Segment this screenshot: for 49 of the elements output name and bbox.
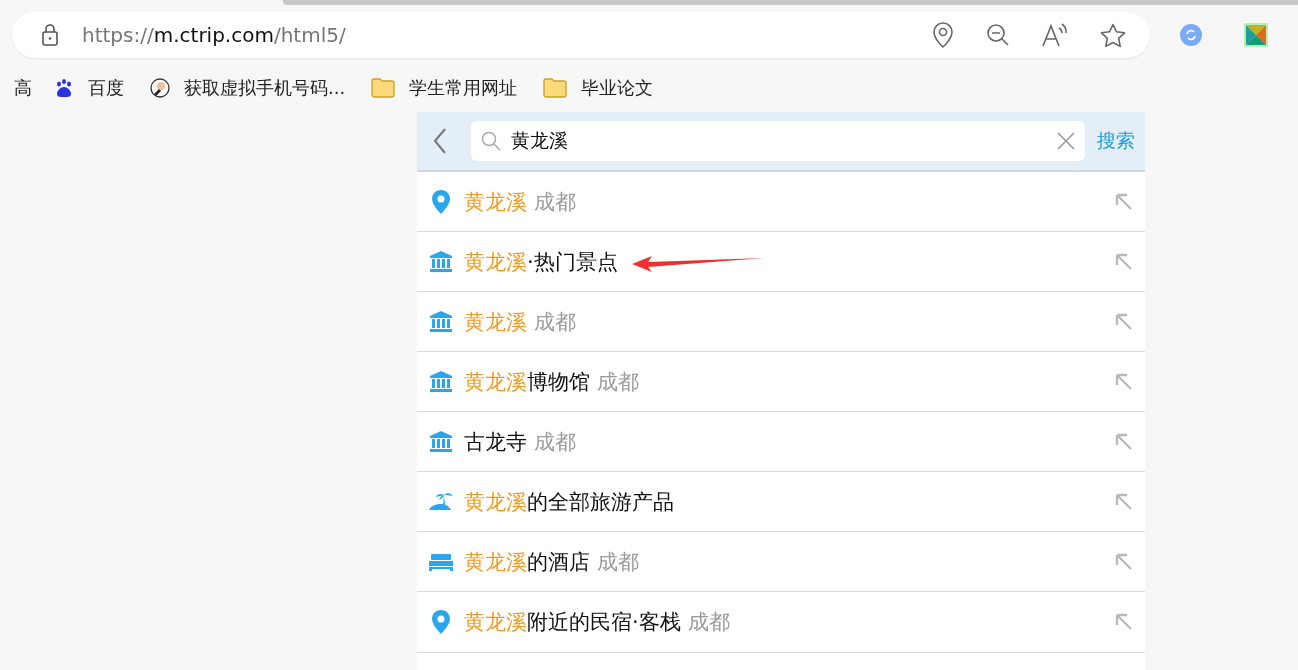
city-label: 成都	[597, 548, 639, 576]
bookmark-label[interactable]: 百度	[88, 76, 124, 100]
back-icon[interactable]	[433, 128, 447, 154]
location-pin-icon	[429, 189, 453, 214]
fill-in-arrow-icon[interactable]	[1115, 492, 1133, 511]
location-icon[interactable]	[932, 22, 954, 48]
search-icon	[481, 131, 501, 151]
clear-icon[interactable]	[1057, 132, 1075, 150]
paw-icon	[54, 78, 74, 98]
read-aloud-icon[interactable]	[1042, 23, 1068, 47]
fill-in-arrow-icon[interactable]	[1115, 613, 1133, 631]
city-label: 成都	[687, 609, 730, 636]
museum-icon	[429, 310, 453, 333]
suggestion-text[interactable]: 古龙寺	[464, 427, 527, 456]
suggestion-text[interactable]: 黄龙溪附近的民宿·客栈	[464, 608, 681, 636]
fill-in-arrow-icon[interactable]	[1115, 252, 1133, 271]
museum-icon	[429, 250, 453, 273]
avatar-icon	[150, 78, 170, 98]
suggestion-text[interactable]: 黄龙溪的全部旅游产品	[464, 487, 674, 516]
star-icon[interactable]	[1100, 22, 1126, 48]
city-label: 成都	[534, 428, 576, 456]
fill-in-arrow-icon[interactable]	[1115, 552, 1133, 571]
folder-icon	[371, 78, 396, 98]
fill-in-arrow-icon[interactable]	[1115, 372, 1133, 391]
museum-icon	[429, 370, 453, 393]
sync-extension-icon[interactable]	[1180, 24, 1202, 46]
suggestion-text[interactable]: 黄龙溪博物馆	[464, 367, 590, 396]
url-text[interactable]: https://m.ctrip.com/html5/	[82, 23, 346, 47]
city-label: 成都	[534, 188, 576, 216]
suggestion-text[interactable]: 黄龙溪的酒店	[464, 547, 590, 576]
search-field[interactable]: 黄龙溪	[471, 121, 1085, 161]
lock-icon[interactable]	[42, 24, 58, 46]
city-label: 成都	[597, 368, 639, 396]
bookmark-label[interactable]: 高	[14, 76, 32, 100]
city-label: 成都	[534, 308, 576, 336]
zoom-out-icon[interactable]	[986, 23, 1010, 47]
bookmark-label[interactable]: 毕业论文	[581, 76, 654, 100]
folder-icon	[543, 78, 568, 98]
extension-icon[interactable]	[1244, 23, 1268, 47]
fill-in-arrow-icon[interactable]	[1115, 192, 1133, 211]
location-pin-icon	[429, 610, 453, 634]
museum-icon	[429, 430, 453, 453]
suggestion-text[interactable]: 黄龙溪·热门景点	[464, 247, 618, 276]
bookmark-label[interactable]: 获取虚拟手机号码...	[184, 76, 346, 100]
bed-icon	[429, 552, 453, 571]
fill-in-arrow-icon[interactable]	[1115, 432, 1133, 451]
fill-in-arrow-icon[interactable]	[1115, 312, 1133, 331]
bookmark-label[interactable]: 学生常用网址	[409, 76, 518, 100]
palm-island-icon	[429, 491, 453, 512]
